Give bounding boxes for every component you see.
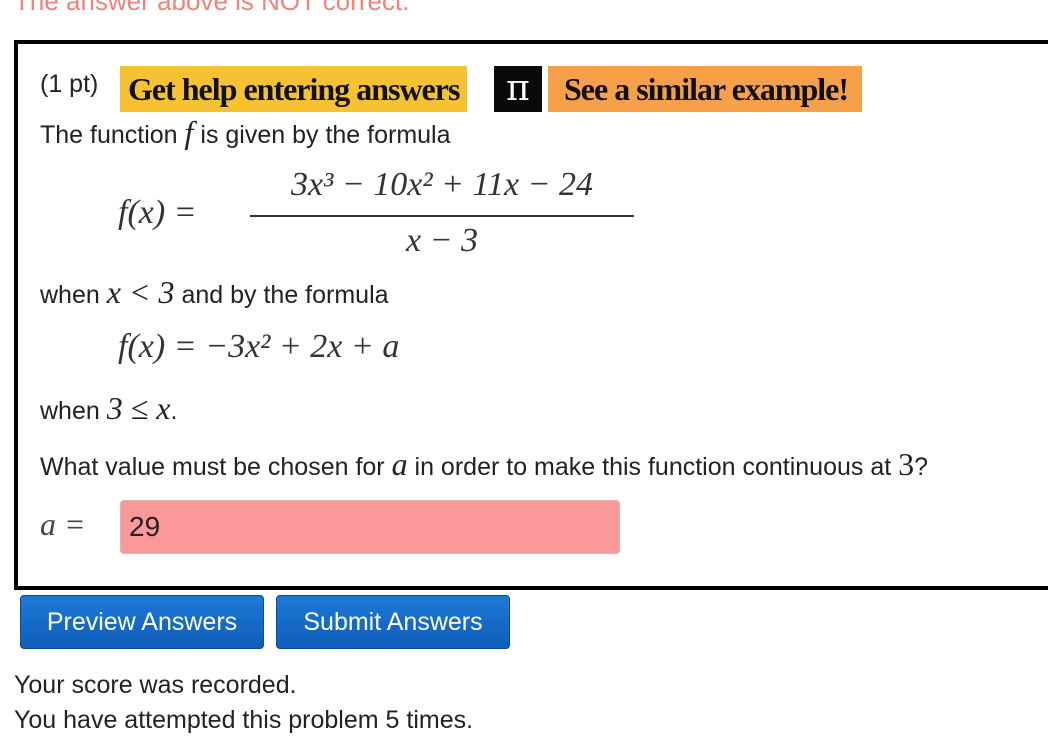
- question-end: ?: [914, 453, 929, 481]
- when1-math: x < 3: [106, 274, 175, 310]
- when1-text: when: [40, 281, 100, 309]
- question-line: What value must be chosen for a in order…: [40, 446, 928, 483]
- intro-function-var: f: [184, 114, 194, 150]
- points-label: (1 pt): [40, 70, 99, 98]
- attempts-message: You have attempted this problem 5 times.: [14, 706, 474, 734]
- intro-line: The function f is given by the formula: [40, 114, 451, 151]
- intro-text: The function: [40, 121, 178, 149]
- submit-answers-button[interactable]: Submit Answers: [276, 595, 510, 649]
- formula1-numerator: 3x³ − 10x² + 11x − 24: [291, 166, 593, 203]
- answer-label: a =: [40, 506, 86, 542]
- when2-math: 3 ≤ x: [106, 390, 171, 426]
- help-entering-answers-button[interactable]: Get help entering answers: [120, 66, 468, 112]
- score-recorded-message: Your score was recorded.: [14, 671, 297, 699]
- formula1-lhs: f(x) =: [118, 194, 197, 231]
- answer-input[interactable]: [120, 500, 620, 554]
- fraction-bar: [250, 215, 634, 217]
- intro-rest: is given by the formula: [200, 121, 451, 149]
- question-num: 3: [898, 446, 915, 482]
- question-mid: in order to make this function continuou…: [414, 453, 892, 481]
- when2-line: when 3 ≤ x.: [40, 390, 177, 427]
- question-var: a: [391, 446, 408, 482]
- formula2: f(x) = −3x² + 2x + a: [118, 328, 400, 365]
- pi-icon[interactable]: π: [494, 66, 542, 112]
- incorrect-status-message: The answer above is NOT correct.: [14, 0, 410, 16]
- problem-box: (1 pt) Get help entering answers π See a…: [14, 40, 1048, 590]
- when2-rest: .: [170, 397, 178, 425]
- formula1-denominator: x − 3: [405, 222, 479, 259]
- similar-example-button[interactable]: See a similar example!: [548, 66, 863, 112]
- when1-line: when x < 3 and by the formula: [40, 274, 389, 311]
- preview-answers-button[interactable]: Preview Answers: [20, 595, 264, 649]
- when1-rest: and by the formula: [181, 281, 389, 309]
- question-start: What value must be chosen for: [40, 453, 385, 481]
- when2-text: when: [40, 397, 100, 425]
